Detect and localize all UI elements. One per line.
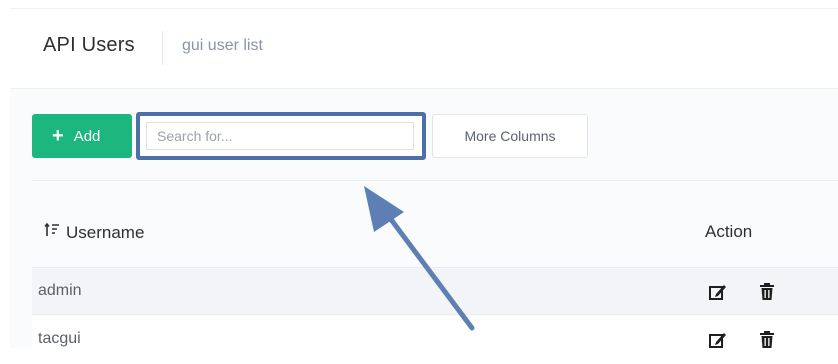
search-input[interactable]	[146, 122, 414, 150]
column-header-action: Action	[705, 222, 753, 241]
sort-icon[interactable]	[44, 222, 60, 243]
username-cell[interactable]: tacgui	[38, 330, 81, 348]
search-highlight-box	[136, 112, 426, 160]
toolbar-divider	[32, 180, 838, 181]
breadcrumb[interactable]: gui user list	[182, 37, 263, 55]
table-row: admin	[32, 267, 838, 315]
trash-icon[interactable]	[757, 282, 777, 302]
edit-icon[interactable]	[708, 330, 728, 350]
add-button-label: Add	[73, 127, 101, 145]
more-columns-label: More Columns	[464, 128, 556, 144]
add-button[interactable]: + Add	[32, 114, 132, 158]
column-header-username[interactable]: Username	[44, 222, 144, 243]
page-title: API Users	[43, 34, 135, 56]
edit-icon[interactable]	[708, 282, 728, 302]
more-columns-button[interactable]: More Columns	[432, 114, 588, 158]
title-separator	[162, 31, 163, 65]
plus-icon: +	[52, 125, 64, 147]
column-header-username-label: Username	[66, 222, 145, 242]
username-cell[interactable]: admin	[38, 282, 82, 300]
trash-icon[interactable]	[757, 330, 777, 350]
table-row: tacgui	[32, 316, 838, 364]
header-top-border	[10, 8, 838, 9]
